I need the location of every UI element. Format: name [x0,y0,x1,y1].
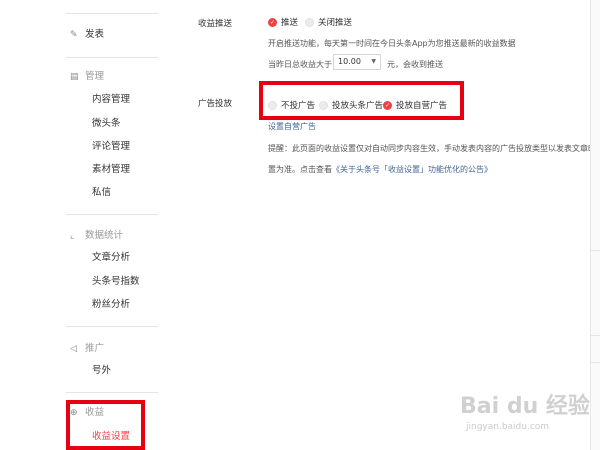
section-label: 数据统计 [85,230,124,241]
threshold-prefix: 当昨日总收益大于 [268,60,332,69]
threshold-suffix: 元，会收到推送 [387,60,443,69]
check-icon: ✓ [268,17,277,27]
ads-label: 广告投放 [198,99,233,109]
divider [66,392,158,393]
sidebar-item-publish[interactable]: ✎ 发表 [70,27,104,43]
sidebar-item-material-manage[interactable]: 素材管理 [92,162,130,178]
sidebar-item-messages[interactable]: 私信 [92,185,111,201]
section-label: 推广 [85,343,105,354]
edit-icon: ✎ [70,30,78,40]
notice-prefix: 置为准。点击查看 [268,165,332,174]
push-description: 开启推送功能，每天第一时间在今日头条App为您推送最新的收益数据 [268,39,516,48]
main-content: 收益推送 ✓ 推送 关闭推送 开启推送功能，每天第一时间在今日头条App为您推送… [160,0,600,450]
divider [66,13,158,14]
divider [66,57,158,58]
sidebar-item-comment-manage[interactable]: 评论管理 [92,139,130,155]
sidebar-item-article-analysis[interactable]: 文章分析 [92,250,130,266]
section-label: 管理 [85,71,105,82]
sidebar-section-manage: ▤ 管理 [70,69,104,85]
sidebar-item-fans-analysis[interactable]: 粉丝分析 [92,297,130,313]
sidebar-item-account-index[interactable]: 头条号指数 [92,274,140,290]
radio-empty-icon [305,17,314,27]
ads-notice-line1: 提醒：此页面的收益设置仅对自动同步内容生效，手动发表内容的广告投放类型以发表文章… [268,144,600,153]
radio-label: 推送 [281,18,299,28]
divider [66,214,158,215]
push-label: 收益推送 [198,19,233,29]
setup-self-ads-link[interactable]: 设置自营广告 [268,121,316,132]
line-chart-icon: ⌞ [70,231,75,241]
document-icon: ▤ [70,72,79,82]
sidebar: ✎ 发表 ▤ 管理 内容管理 微头条 评论管理 素材管理 私信 ⌞ 数据统计 文… [0,0,160,450]
divider [66,326,158,327]
threshold-select[interactable]: 10.00 ▼ [333,54,381,70]
right-scroll-edge [590,0,600,450]
push-off-radio[interactable]: 关闭推送 [305,16,352,28]
announcement-link[interactable]: 《关于头条号「收益设置」功能优化的公告》 [332,165,492,174]
divider [590,335,600,336]
chevron-down-icon: ▼ [371,58,376,65]
megaphone-icon: ◁ [70,344,77,354]
highlight-box-ads [259,81,464,120]
highlight-box-revenue [66,400,145,450]
sidebar-item-micro-headline[interactable]: 微头条 [92,116,121,132]
sidebar-section-stats: ⌞ 数据统计 [70,228,123,244]
sidebar-section-promo: ◁ 推广 [70,341,104,357]
sidebar-item-label: 发表 [85,29,105,40]
divider [590,250,600,251]
push-on-radio[interactable]: ✓ 推送 [268,16,298,28]
sidebar-item-content-manage[interactable]: 内容管理 [92,92,130,108]
threshold-value: 10.00 [338,57,361,66]
radio-label: 关闭推送 [318,18,353,28]
ads-notice-line2: 置为准。点击查看《关于头条号「收益设置」功能优化的公告》 [268,164,492,175]
divider [590,362,600,363]
sidebar-item-haowai[interactable]: 号外 [92,363,111,379]
